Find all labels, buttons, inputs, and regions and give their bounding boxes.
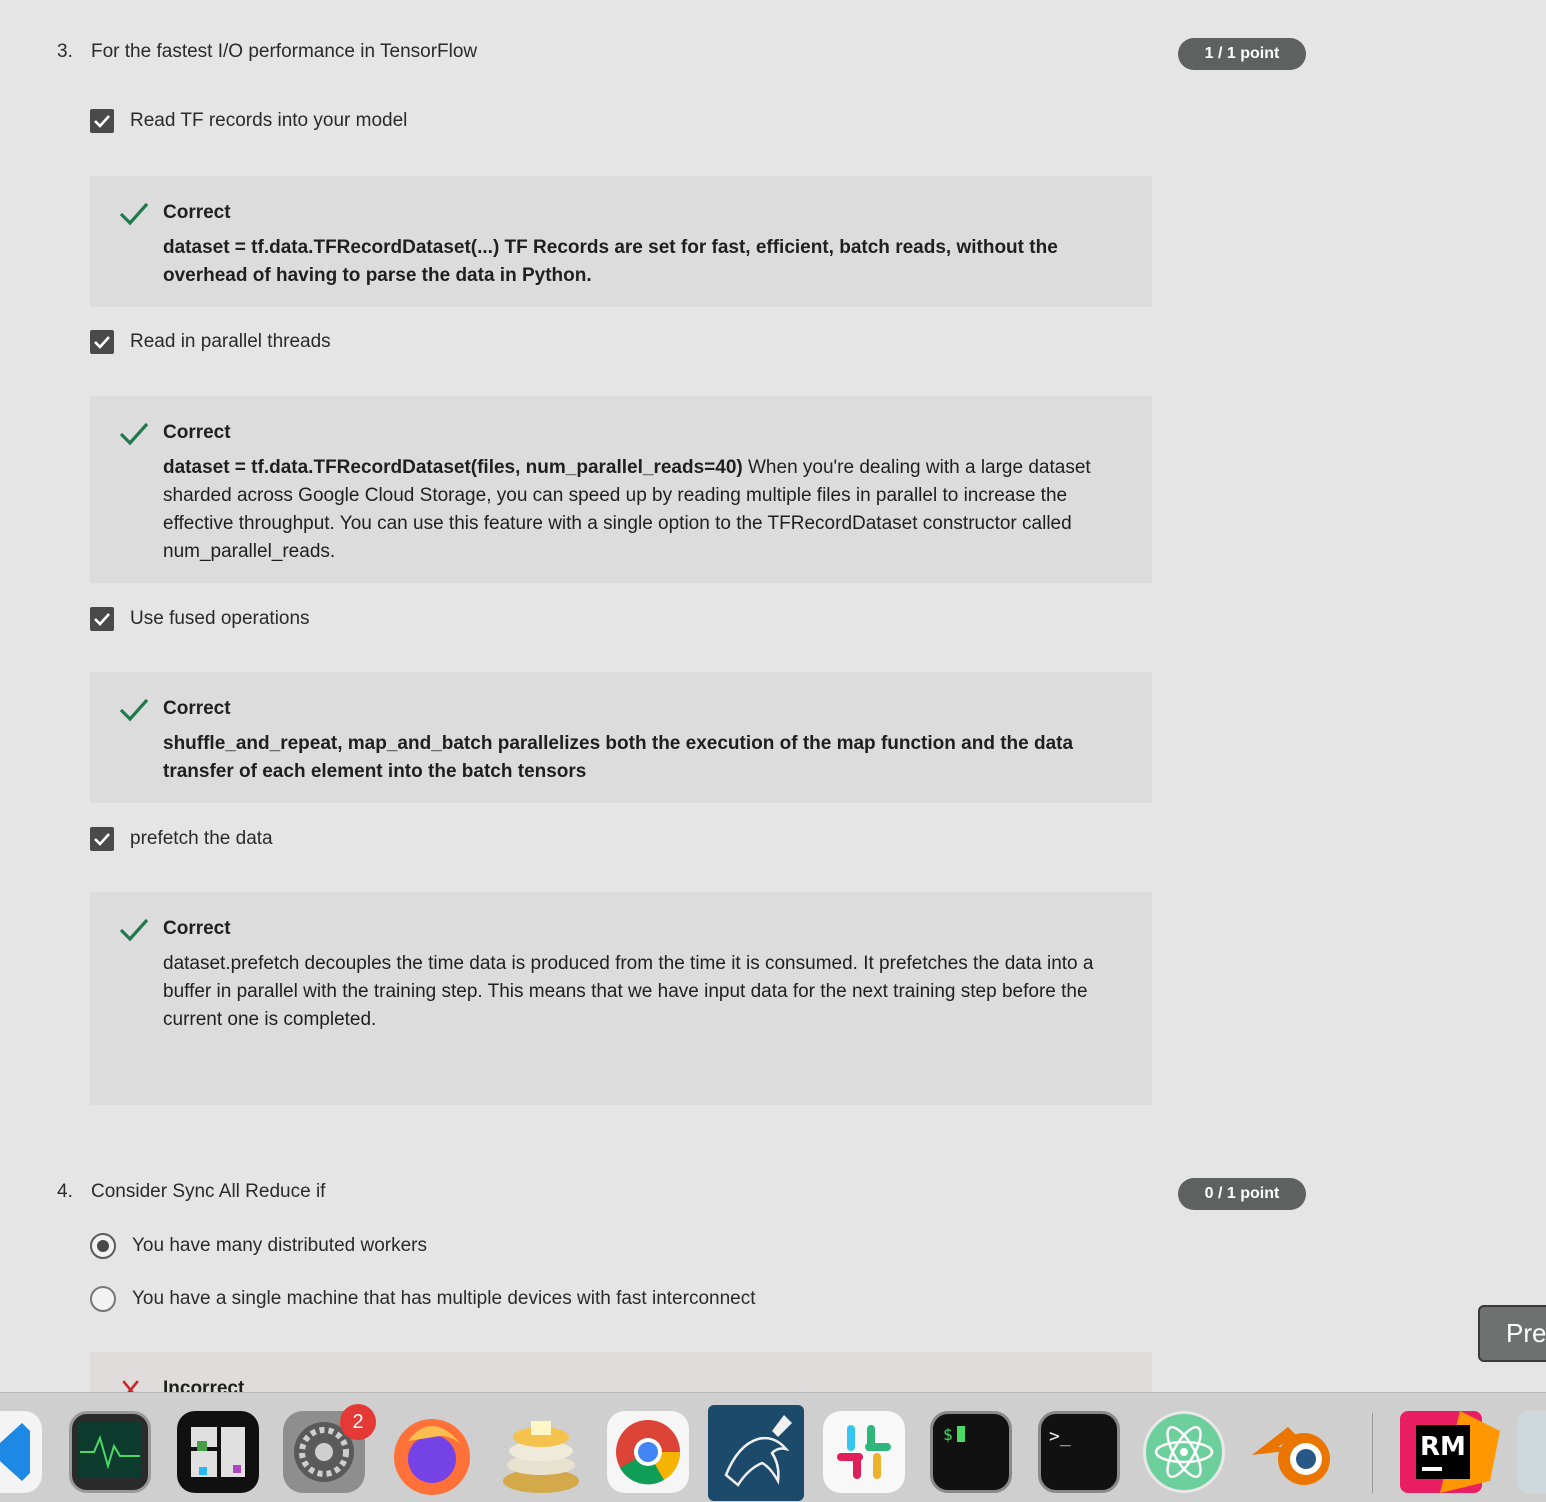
option-checkbox-row[interactable]: Read TF records into your model xyxy=(90,108,407,134)
checkbox-checked[interactable] xyxy=(90,330,114,354)
feedback-explanation: dataset = tf.data.TFRecordDataset(...) T… xyxy=(163,234,1138,290)
option-checkbox-row[interactable]: Read in parallel threads xyxy=(90,329,331,355)
svg-text:>_: >_ xyxy=(1049,1426,1071,1447)
question-text: For the fastest I/O performance in Tenso… xyxy=(91,41,478,62)
incorrect-x-icon xyxy=(122,1380,139,1392)
activity-monitor-icon[interactable] xyxy=(69,1411,151,1493)
option-label: prefetch the data xyxy=(130,828,273,849)
check-icon xyxy=(94,613,110,626)
option-label: You have a single machine that has multi… xyxy=(132,1288,756,1309)
check-icon xyxy=(94,336,110,349)
option-radio-row[interactable]: You have many distributed workers xyxy=(90,1233,427,1259)
svg-text:$: $ xyxy=(943,1425,953,1444)
question-number: 4. xyxy=(57,1181,73,1202)
feedback-text: dataset.prefetch decouples the time data… xyxy=(163,953,1094,1030)
option-radio-row[interactable]: You have a single machine that has multi… xyxy=(90,1286,756,1312)
sequel-pro-icon[interactable] xyxy=(497,1411,579,1493)
option-label: Read TF records into your model xyxy=(130,110,408,131)
feedback-code: dataset = tf.data.TFRecordDataset(...) T… xyxy=(163,237,1058,286)
feedback-status: Correct xyxy=(163,918,231,939)
feedback-code: shuffle_and_repeat, map_and_batch parall… xyxy=(163,733,1074,782)
mysql-workbench-icon[interactable] xyxy=(708,1405,804,1501)
correct-check-icon xyxy=(119,698,149,722)
feedback-explanation: dataset.prefetch decouples the time data… xyxy=(163,950,1138,1034)
feedback-incorrect: Incorrect xyxy=(90,1352,1152,1392)
correct-check-icon xyxy=(119,422,149,446)
points-badge: 1 / 1 point xyxy=(1178,38,1306,70)
feedback-status: Correct xyxy=(163,422,231,443)
feedback-status: Correct xyxy=(163,202,231,223)
dock-separator xyxy=(1372,1413,1373,1493)
rubymine-icon[interactable]: RM xyxy=(1400,1411,1500,1493)
atom-icon[interactable] xyxy=(1143,1411,1225,1493)
firefox-icon[interactable] xyxy=(388,1411,470,1495)
option-label: Use fused operations xyxy=(130,608,310,629)
blender-icon[interactable] xyxy=(1248,1411,1330,1493)
notification-badge: 2 xyxy=(340,1404,376,1440)
question-text: Consider Sync All Reduce if xyxy=(91,1181,326,1202)
terminal-icon[interactable]: >_ xyxy=(1038,1411,1120,1493)
question-number: 3. xyxy=(57,41,73,62)
radio-unselected[interactable] xyxy=(90,1286,116,1312)
feedback-status: Correct xyxy=(163,698,231,719)
correct-check-icon xyxy=(119,918,149,942)
quiz-page: 3. For the fastest I/O performance in Te… xyxy=(0,0,1546,1392)
feedback-explanation: shuffle_and_repeat, map_and_batch parall… xyxy=(163,730,1138,786)
feedback-explanation: dataset = tf.data.TFRecordDataset(files,… xyxy=(163,454,1138,566)
previous-button[interactable]: Pre xyxy=(1478,1305,1546,1362)
check-icon xyxy=(94,115,110,128)
chrome-icon[interactable] xyxy=(607,1411,689,1493)
dock: $ >_ RM xyxy=(0,1392,1546,1502)
correct-check-icon xyxy=(119,202,149,226)
vscode-icon[interactable] xyxy=(0,1411,42,1493)
option-label: Read in parallel threads xyxy=(130,331,331,352)
feedback-correct: Correct dataset = tf.data.TFRecordDatase… xyxy=(90,176,1152,307)
checkbox-checked[interactable] xyxy=(90,827,114,851)
feedback-correct: Correct dataset.prefetch decouples the t… xyxy=(90,892,1152,1105)
checkbox-checked[interactable] xyxy=(90,607,114,631)
option-checkbox-row[interactable]: prefetch the data xyxy=(90,826,273,852)
iterm-icon[interactable]: $ xyxy=(930,1411,1012,1493)
feedback-code: dataset = tf.data.TFRecordDataset(files,… xyxy=(163,457,743,478)
option-checkbox-row[interactable]: Use fused operations xyxy=(90,606,310,632)
preview-icon[interactable] xyxy=(1517,1411,1546,1493)
points-badge: 0 / 1 point xyxy=(1178,1178,1306,1210)
feedback-correct: Correct dataset = tf.data.TFRecordDatase… xyxy=(90,396,1152,583)
svg-text:RM: RM xyxy=(1420,1432,1466,1462)
feedback-status: Incorrect xyxy=(163,1378,245,1392)
option-label: You have many distributed workers xyxy=(132,1235,428,1256)
feedback-correct: Correct shuffle_and_repeat, map_and_batc… xyxy=(90,672,1152,803)
check-icon xyxy=(94,833,110,846)
checkbox-checked[interactable] xyxy=(90,109,114,133)
radio-selected[interactable] xyxy=(90,1233,116,1259)
slack-icon[interactable] xyxy=(823,1411,905,1493)
mosaic-icon[interactable] xyxy=(177,1411,259,1493)
